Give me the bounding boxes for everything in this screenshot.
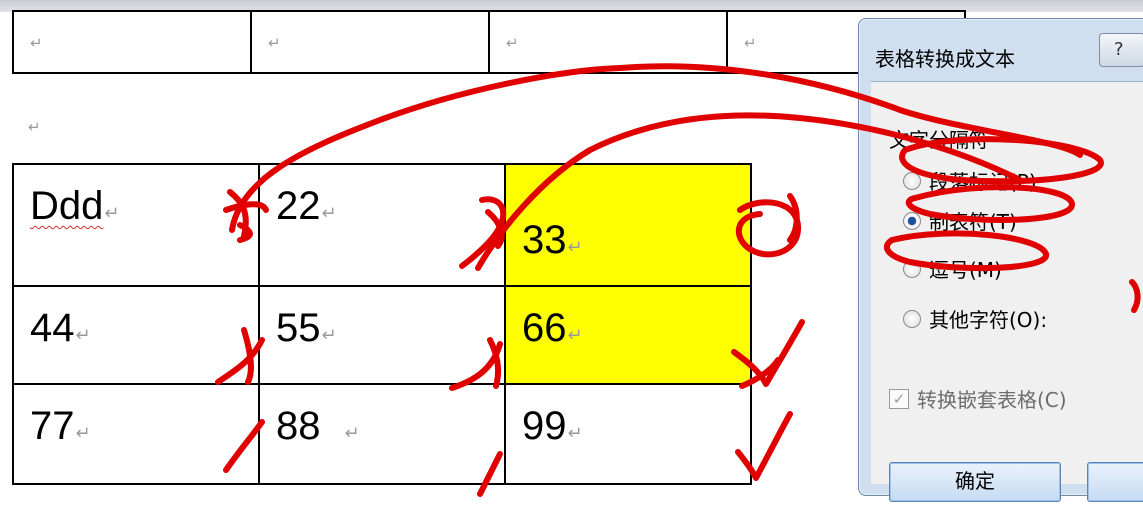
paragraph-mark-icon: ↵ [75,325,91,346]
paragraph-mark-icon: ↵ [567,237,583,258]
table-cell[interactable]: 22↵ [258,163,506,287]
paragraph-mark-icon: ↵ [30,33,43,52]
cell-text: Ddd [30,184,104,228]
dialog-title: 表格转换成文本 [875,47,1015,71]
paragraph-mark-icon: ↵ [75,423,91,444]
table-cell[interactable]: Ddd↵ [12,163,260,287]
ok-button[interactable]: 确定 [889,462,1061,502]
dialog-body: 文字分隔符 段落标记(P) 制表符(T) 逗号(M) 其他字符(O): ✓ 转换… [871,81,1143,502]
option-label: 制表符(T) [929,210,1017,234]
option-paragraph-mark[interactable]: 段落标记(P) [903,166,1037,195]
paragraph-mark-icon: ↵ [268,33,281,52]
paragraph-mark-icon: ↵ [344,423,360,444]
paragraph-mark-icon: ↵ [321,325,337,346]
convert-nested-tables[interactable]: ✓ 转换嵌套表格(C) [889,384,1067,413]
paragraph-mark-icon: ↵ [744,33,757,52]
cell-text: 66 [522,306,567,350]
option-tab[interactable]: 制表符(T) [903,206,1017,235]
checkbox-label: 转换嵌套表格(C) [917,388,1067,412]
paragraph-mark-icon: ↵ [567,423,583,444]
radio-icon[interactable] [903,259,921,278]
help-button[interactable]: ? [1099,33,1143,67]
help-icon: ? [1114,39,1124,60]
option-label: 其他字符(O): [929,308,1048,332]
table-cell[interactable]: 77↵ [12,383,260,485]
convert-table-to-text-dialog: 表格转换成文本 ? 文字分隔符 段落标记(P) 制表符(T) 逗号(M) 其他字… [858,18,1143,502]
checkbox-icon[interactable]: ✓ [889,388,909,409]
table-cell-highlighted[interactable]: 66↵ [504,285,752,385]
top-table-cell[interactable]: ↵ [12,10,252,74]
radio-icon[interactable] [903,211,921,230]
top-table-cell[interactable]: ↵ [250,10,490,74]
option-other-character[interactable]: 其他字符(O): [903,304,1047,333]
separator-group-label: 文字分隔符 [889,128,989,152]
row-end-marker [750,286,842,384]
top-table-cell[interactable]: ↵ [488,10,728,74]
top-table: ↵ ↵ ↵ ↵ [12,10,966,74]
main-table: Ddd↵ 22↵ 33↵ 44↵ 55↵ 66↵ 77↵ 88 ↵ 99↵ [12,163,842,485]
option-label: 逗号(M) [929,258,1002,282]
table-cell[interactable]: 88 ↵ [258,383,506,485]
paragraph-mark-icon: ↵ [321,203,337,224]
table-cell[interactable]: 55↵ [258,285,506,385]
cell-text: 99 [522,404,567,448]
paragraph-mark-icon: ↵ [104,203,120,224]
row-end-marker [750,164,842,286]
paragraph-mark-icon: ↵ [506,33,519,52]
paragraph-mark-icon: ↵ [28,118,41,136]
cell-text: 44 [30,306,75,350]
cell-text: 22 [276,184,321,228]
radio-icon[interactable] [903,171,921,190]
table-cell[interactable]: 44↵ [12,285,260,385]
cancel-button[interactable] [1087,462,1143,502]
cell-text: 77 [30,404,75,448]
radio-icon[interactable] [903,309,921,328]
cell-text: 88 [276,404,321,448]
option-label: 段落标记(P) [929,170,1037,194]
table-cell[interactable]: 99↵ [504,383,752,485]
table-cell-highlighted[interactable]: 33↵ [504,163,752,287]
option-comma[interactable]: 逗号(M) [903,254,1002,283]
paragraph-mark-icon: ↵ [567,325,583,346]
row-end-marker [750,384,842,484]
cell-text: 55 [276,306,321,350]
cell-text: 33 [522,218,567,262]
